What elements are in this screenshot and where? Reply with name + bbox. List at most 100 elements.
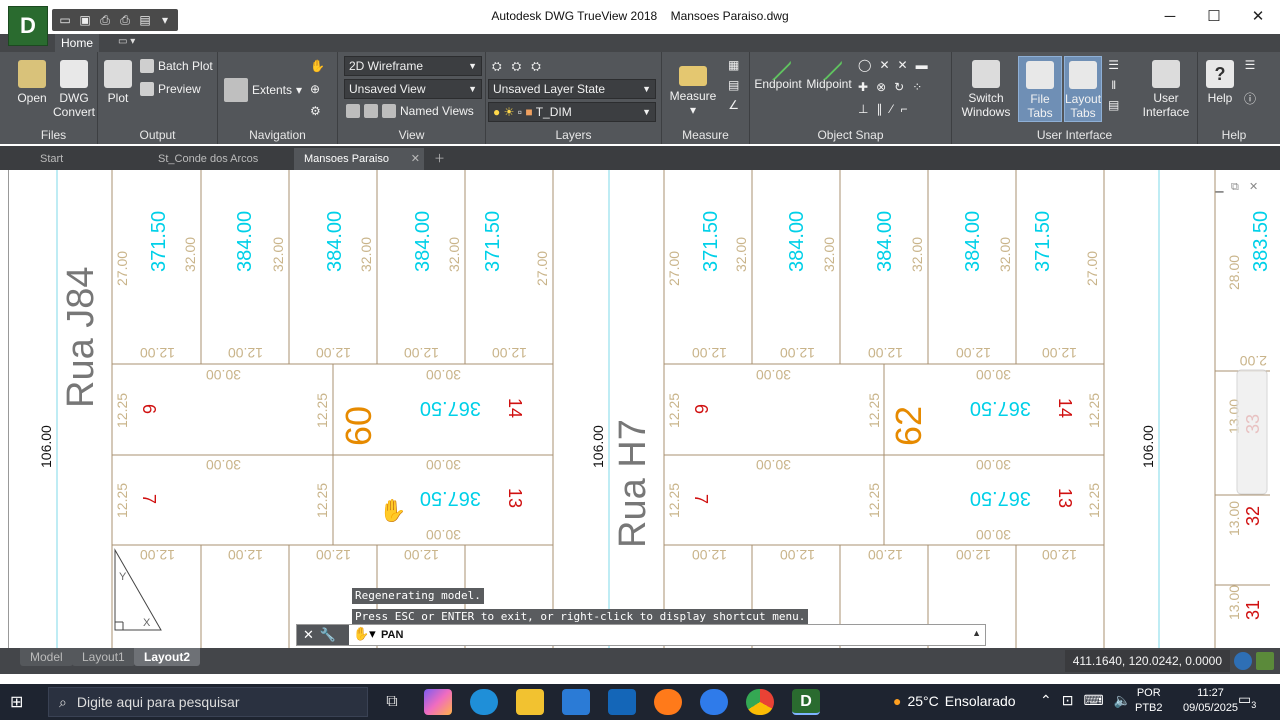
volume-icon[interactable]: 🔈 — [1114, 692, 1131, 709]
midpoint-button[interactable]: Midpoint — [804, 52, 854, 91]
intersection-snap-icon[interactable]: ✕ — [879, 58, 889, 72]
center-snap-icon[interactable]: ◯ — [858, 58, 871, 72]
extension-snap-icon[interactable]: ⁄ — [890, 102, 892, 116]
measure-button[interactable]: Measure ▾ — [668, 60, 718, 117]
layer-unisolate-icon[interactable]: ⛭ — [531, 59, 541, 74]
visual-style-dropdown[interactable]: 2D Wireframe ▼ — [344, 56, 482, 76]
node-x-snap-icon[interactable]: ⊗ — [876, 80, 886, 94]
meet-now-icon[interactable]: ⊡ — [1062, 692, 1074, 709]
task-view-icon[interactable]: ⧉ — [378, 689, 406, 715]
file-explorer-icon[interactable] — [516, 689, 544, 715]
angle-icon[interactable]: ∠ — [728, 98, 739, 112]
wrench-icon[interactable]: 🔧 — [320, 627, 336, 643]
batch-plot-button[interactable]: Batch Plot — [140, 59, 213, 73]
language-indicator[interactable]: POR PTB2 — [1135, 686, 1163, 716]
layer-properties-icon[interactable]: ⛭ — [492, 59, 502, 74]
osnap-mode-icon[interactable]: ⌐ — [900, 102, 907, 116]
panel-title-help: Help — [1221, 128, 1247, 142]
clock[interactable]: 11:27 09/05/2025 — [1183, 686, 1238, 716]
cascade-icon[interactable]: ▤ — [1108, 98, 1119, 112]
street-width-middle: 106.00 — [590, 425, 606, 468]
plot-button[interactable]: Plot — [100, 60, 136, 105]
snap-row-1: ◯ ✕ ✕ ▬ — [858, 58, 928, 72]
store-icon[interactable] — [562, 689, 590, 715]
named-views-button[interactable]: Named Views — [346, 104, 474, 118]
tangent-snap-icon[interactable]: ↻ — [894, 80, 904, 94]
steering-wheel-button[interactable]: ⚙ — [310, 104, 321, 118]
tile-vertical-icon[interactable]: ‖ — [1111, 78, 1116, 92]
current-layer-dropdown[interactable]: ● ☀ ▫ ■ T_DIM ▼ — [488, 102, 656, 122]
application-menu-button[interactable]: D — [8, 6, 48, 46]
measure-label: Measure — [669, 89, 717, 103]
info-list-icon[interactable]: ☰ — [1245, 58, 1256, 72]
apparent-snap-icon[interactable]: ✕ — [898, 58, 908, 72]
navigation-bar[interactable] — [1236, 369, 1268, 495]
close-icon[interactable]: ✕ — [303, 627, 314, 643]
file-tabs-button[interactable]: File Tabs — [1018, 56, 1062, 122]
doc-tab-start[interactable]: Start — [30, 148, 146, 170]
layout-tabs-button[interactable]: Layout Tabs — [1064, 56, 1102, 122]
tray-settings-icon[interactable] — [1256, 652, 1274, 670]
dwg-trueview-taskbar-icon[interactable]: D — [792, 689, 820, 715]
annotation-scale-icon[interactable] — [1234, 652, 1252, 670]
firefox-icon[interactable] — [654, 689, 682, 715]
endpoint-button[interactable]: Endpoint — [752, 52, 804, 91]
nearest-snap-icon[interactable]: ⁘ — [912, 80, 922, 94]
street-width-right: 106.00 — [1140, 425, 1156, 468]
pan-button[interactable]: ✋ — [310, 59, 325, 73]
doc-tab-conde-dos-arcos[interactable]: St_Conde dos Arcos — [148, 148, 292, 170]
user-interface-button[interactable]: User Interface — [1138, 60, 1194, 119]
open-button[interactable]: Open — [12, 60, 52, 105]
switch-windows-button[interactable]: Switch Windows — [958, 60, 1014, 119]
tile-horizontal-icon[interactable]: ☰ — [1108, 58, 1119, 72]
notification-center-icon[interactable]: ▭3 — [1238, 691, 1256, 710]
area-icon[interactable]: ▦ — [728, 58, 739, 72]
doc-tab-mansoes-paraiso[interactable]: Mansoes Paraiso ✕ — [294, 148, 424, 170]
layer-isolate-icon[interactable]: ⛭ — [512, 59, 522, 74]
copilot-icon[interactable] — [424, 689, 452, 715]
close-tab-icon[interactable]: ✕ — [411, 148, 420, 170]
panel-title-object-snap: Object Snap — [817, 128, 884, 142]
tab-layout1[interactable]: Layout1 — [72, 648, 135, 666]
tab-model[interactable]: Model — [20, 648, 73, 666]
open-label: Open — [17, 91, 47, 105]
extents-button[interactable]: Extents ▾ — [224, 78, 302, 102]
close-button[interactable]: ✕ — [1236, 0, 1280, 34]
outlook-icon[interactable] — [608, 689, 636, 715]
help-button[interactable]: ? Help — [1202, 60, 1238, 105]
list-icon[interactable]: ▤ — [728, 78, 739, 92]
command-history-toggle-icon[interactable]: ▲ — [972, 628, 981, 638]
weather-widget[interactable]: ● 25°C Ensolarado — [893, 693, 1016, 709]
taskbar-search[interactable]: ⌕ Digite aqui para pesquisar — [48, 687, 368, 717]
dwg-convert-button[interactable]: DWG Convert — [52, 60, 96, 119]
minimize-button[interactable]: ─ — [1148, 0, 1192, 34]
chrome-icon[interactable] — [746, 689, 774, 715]
tab-layout2[interactable]: Layout2 — [134, 648, 201, 666]
preview-button[interactable]: Preview — [140, 82, 201, 96]
orbit-button[interactable]: ⊕ — [310, 82, 320, 96]
tab-home[interactable]: Home — [55, 34, 99, 52]
chevron-up-icon[interactable]: ⌃ — [1040, 692, 1052, 709]
drawing-canvas[interactable]: ▁ ⧉ ✕ Y X Rua J84 Rua H7 106.00 106.00 1… — [8, 170, 1270, 648]
new-tab-button[interactable]: ＋ — [428, 148, 452, 170]
command-input[interactable]: PAN — [381, 625, 981, 645]
maximize-button[interactable]: ☐ — [1192, 0, 1236, 34]
edge-icon[interactable] — [470, 689, 498, 715]
ruler-icon — [679, 66, 707, 86]
dim: 12.00 — [692, 345, 727, 361]
node-snap-icon[interactable]: ✚ — [858, 80, 868, 94]
viewport-controls[interactable]: ▁ ⧉ ✕ — [1214, 181, 1258, 193]
snap-settings-icon[interactable]: ▬ — [916, 58, 928, 72]
saved-view-dropdown[interactable]: Unsaved View ▼ — [344, 79, 482, 99]
layer-state-dropdown[interactable]: Unsaved Layer State ▼ — [488, 79, 656, 99]
info-icon[interactable]: ⓘ — [1244, 90, 1256, 107]
parallel-snap-icon[interactable]: ∥ — [876, 102, 882, 116]
coordinates-readout[interactable]: 411.1640, 120.0242, 0.0000 — [1064, 650, 1230, 672]
panel-title-layers: Layers — [555, 128, 592, 142]
ribbon-minimize-icon[interactable]: ▭ ▾ — [118, 36, 146, 50]
vpn-icon[interactable] — [700, 689, 728, 715]
switch-windows-icon — [972, 60, 1000, 88]
windows-start-icon[interactable]: ⊞ — [10, 692, 32, 712]
perpendicular-snap-icon[interactable]: ⊥ — [858, 102, 868, 116]
network-icon[interactable]: ⌨ — [1083, 692, 1103, 709]
